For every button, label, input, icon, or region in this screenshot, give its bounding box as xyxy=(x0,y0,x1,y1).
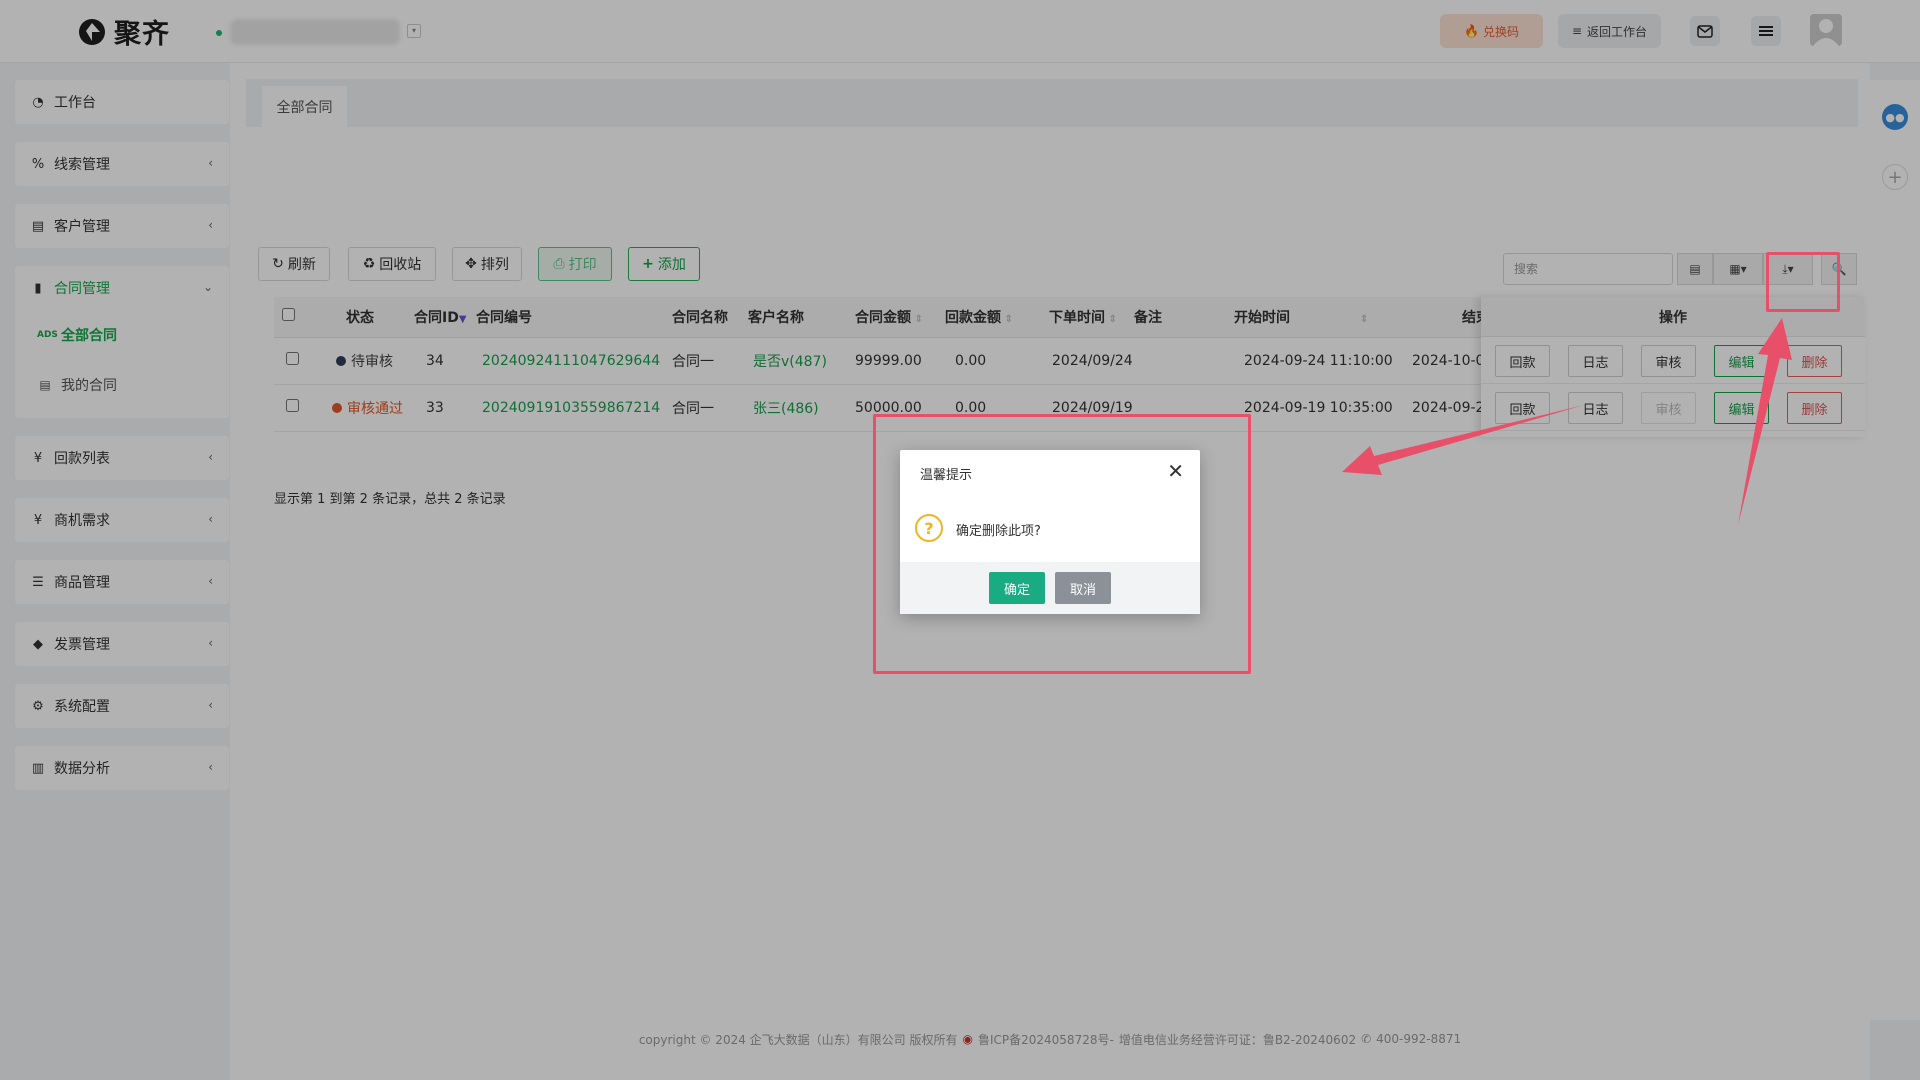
question-icon: ? xyxy=(915,514,943,542)
dialog-footer: 确定 取消 xyxy=(900,562,1200,614)
cancel-button[interactable]: 取消 xyxy=(1055,572,1111,604)
annotation-box-delete xyxy=(1766,252,1840,312)
confirm-dialog: 温馨提示 ✕ ? 确定删除此项? 确定 取消 xyxy=(900,450,1200,614)
confirm-button[interactable]: 确定 xyxy=(989,572,1045,604)
dialog-title: 温馨提示 xyxy=(920,468,973,483)
dialog-message: 确定删除此项? xyxy=(956,524,1041,539)
close-icon[interactable]: ✕ xyxy=(1167,459,1184,483)
